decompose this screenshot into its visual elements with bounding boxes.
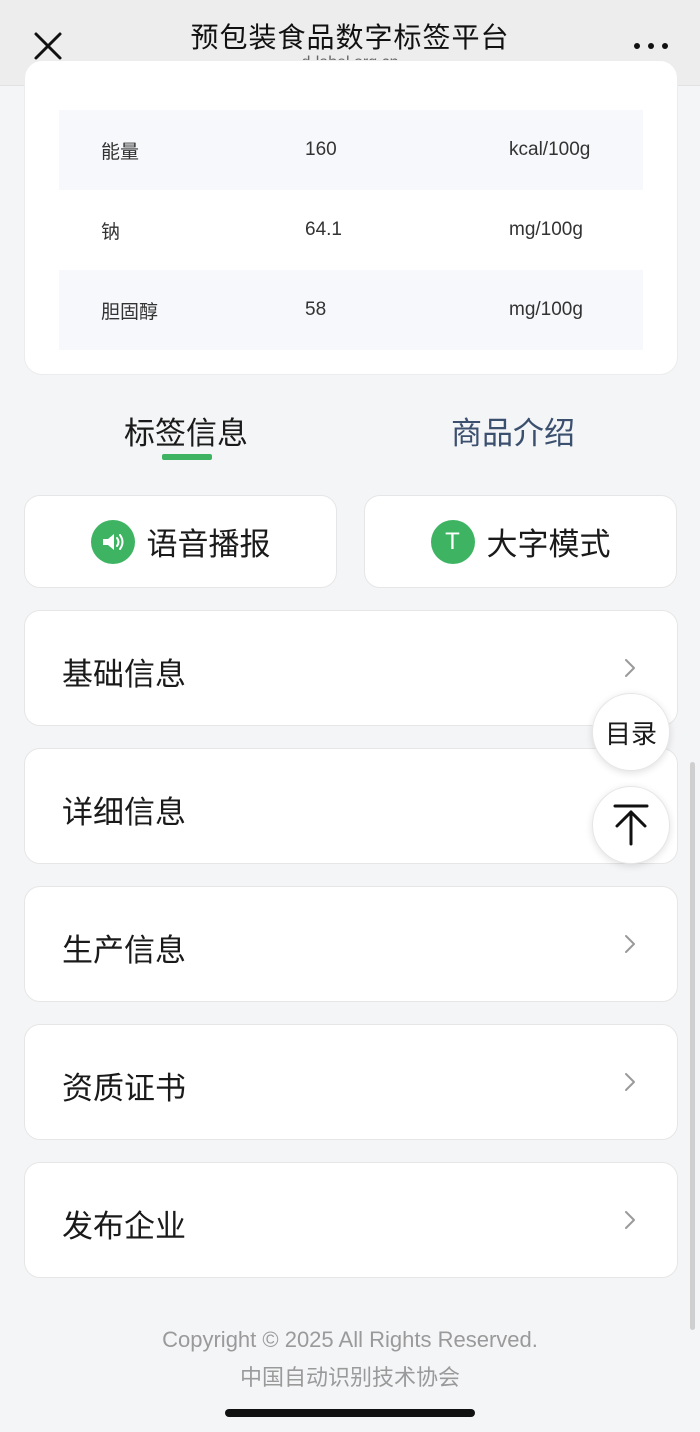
nutrition-card: 能量 160 kcal/100g 钠 64.1 mg/100g 胆固醇 58 m… (24, 60, 678, 375)
large-text-mode-button[interactable]: T 大字模式 (364, 495, 677, 588)
section-label: 发布企业 (62, 1209, 186, 1245)
nutrient-name: 钠 (101, 221, 121, 243)
section-label: 基础信息 (62, 657, 186, 693)
nutrient-unit: mg/100g (509, 219, 583, 240)
nutrition-row: 胆固醇 58 mg/100g (59, 270, 643, 350)
nutrition-row: 能量 160 kcal/100g (59, 110, 643, 190)
nutrient-value: 58 (305, 299, 327, 320)
large-text-mode-label: 大字模式 (486, 527, 611, 563)
section-certificates[interactable]: 资质证书 (24, 1024, 678, 1140)
voice-broadcast-label: 语音播报 (146, 527, 271, 563)
nutrient-unit: kcal/100g (509, 139, 591, 160)
section-label: 生产信息 (62, 933, 186, 969)
section-basic-info[interactable]: 基础信息 (24, 610, 678, 726)
page-title: 预包装食品数字标签平台 (190, 21, 510, 54)
arrow-up-icon (613, 804, 649, 846)
nutrient-value: 64.1 (305, 219, 342, 240)
copyright-text: Copyright © 2025 All Rights Reserved. (162, 1327, 538, 1352)
section-detail-info[interactable]: 详细信息 (24, 748, 678, 864)
nutrient-name: 胆固醇 (101, 301, 159, 323)
nutrient-unit: mg/100g (509, 299, 583, 320)
section-publisher[interactable]: 发布企业 (24, 1162, 678, 1278)
active-tab-indicator (162, 454, 212, 460)
text-icon: T (430, 519, 475, 564)
chevron-right-icon (625, 1073, 635, 1091)
organization-text: 中国自动识别技术协会 (239, 1366, 460, 1391)
more-icon (634, 43, 640, 49)
chevron-right-icon (625, 659, 635, 677)
scrollbar[interactable] (690, 762, 695, 1330)
table-of-contents-button[interactable]: 目录 (592, 693, 670, 771)
section-production-info[interactable]: 生产信息 (24, 886, 678, 1002)
back-to-top-button[interactable] (592, 786, 670, 864)
nutrition-row: 钠 64.1 mg/100g (59, 190, 643, 270)
nutrition-table: 能量 160 kcal/100g 钠 64.1 mg/100g 胆固醇 58 m… (59, 110, 643, 350)
nutrient-value: 160 (305, 139, 337, 160)
voice-broadcast-button[interactable]: 语音播报 (24, 495, 337, 588)
section-label: 资质证书 (62, 1071, 186, 1107)
nutrient-name: 能量 (101, 141, 140, 163)
more-button[interactable] (634, 36, 670, 56)
home-indicator (225, 1409, 475, 1417)
chevron-right-icon (625, 1211, 635, 1229)
section-label: 详细信息 (62, 795, 186, 831)
tab-label-info[interactable]: 标签信息 (124, 408, 248, 453)
tab-product-intro[interactable]: 商品介绍 (451, 408, 575, 453)
speaker-icon (90, 519, 135, 564)
chevron-right-icon (625, 935, 635, 953)
